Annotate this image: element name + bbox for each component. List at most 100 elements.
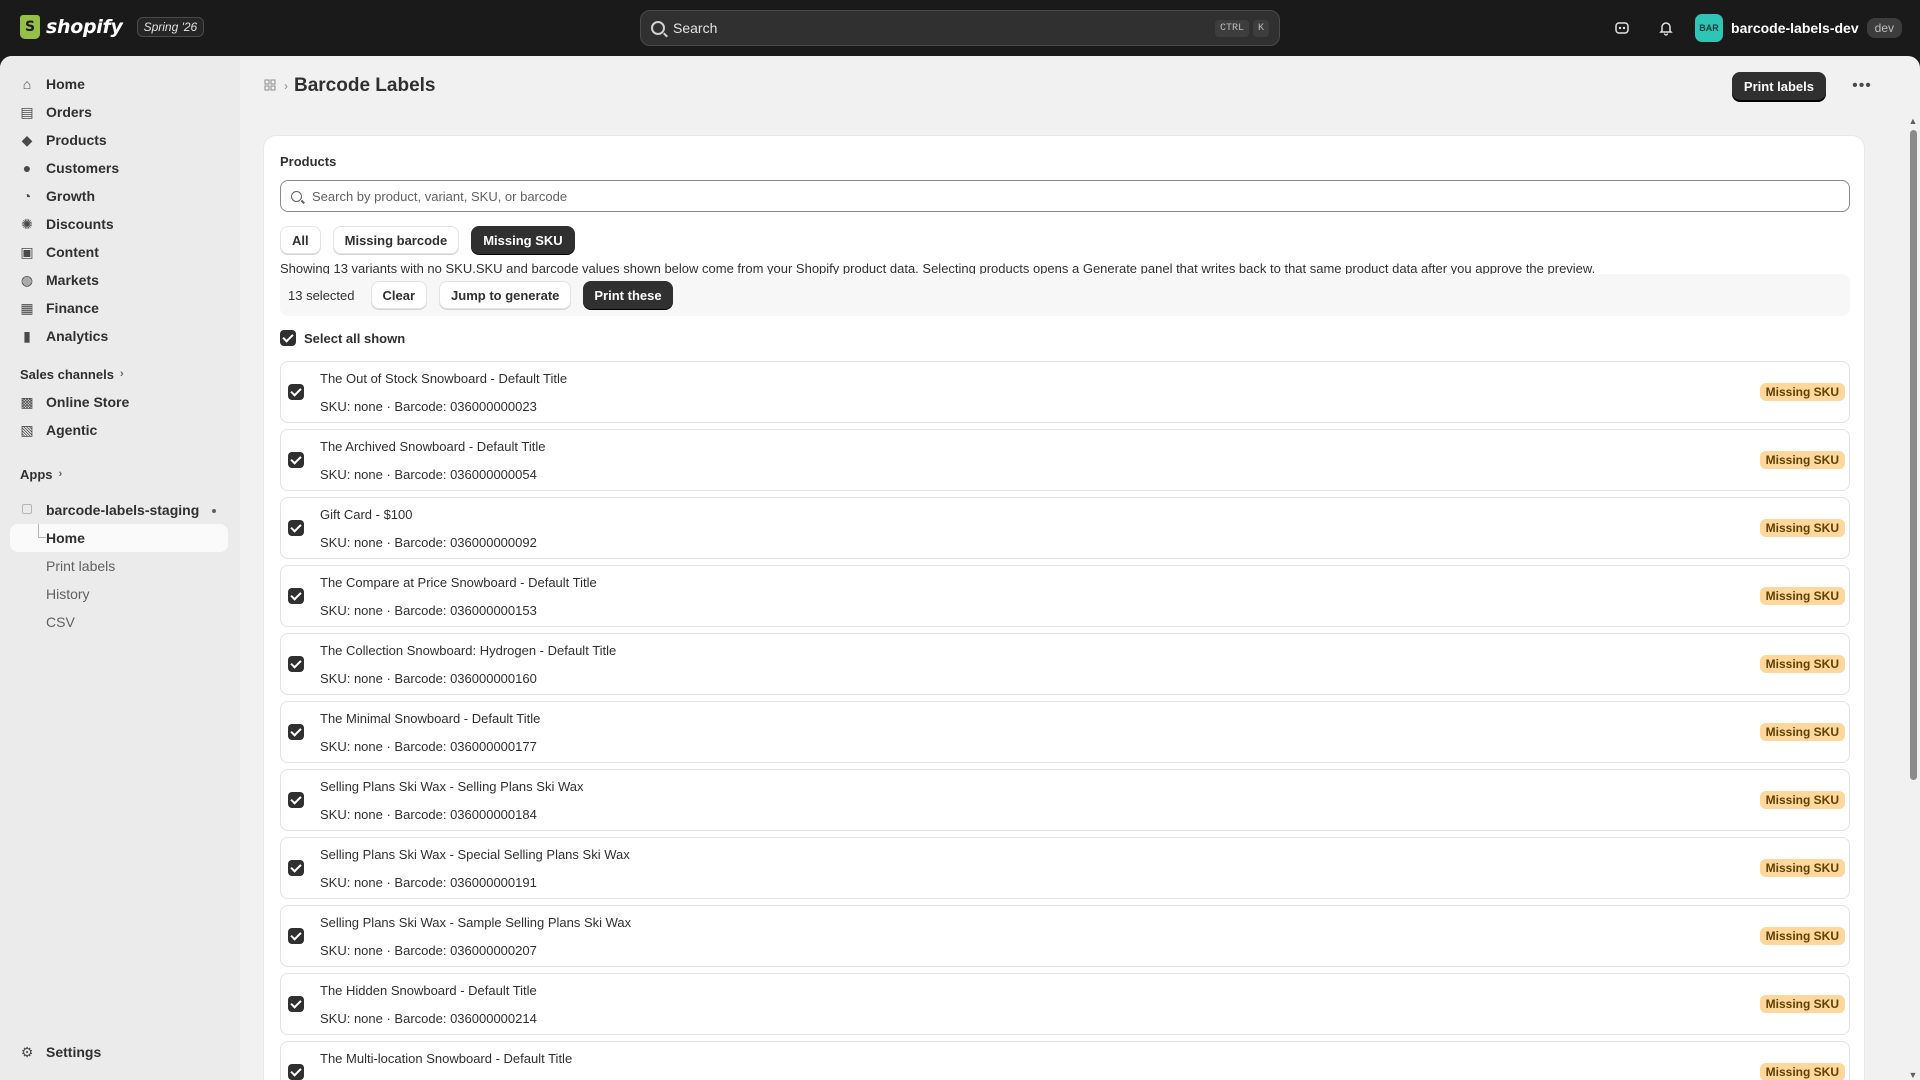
row-checkbox[interactable]: [288, 928, 304, 944]
orders-icon: ▤: [20, 104, 34, 120]
row-subtitle: SKU: none · Barcode: 036000000160: [320, 671, 537, 686]
row-checkbox[interactable]: [288, 860, 304, 876]
status-badge: Missing SKU: [1759, 655, 1845, 673]
app-icon: [22, 504, 32, 514]
sidebar-item-label: Customers: [46, 160, 120, 176]
main-content: › Barcode Labels Print labels ••• Produc…: [240, 56, 1920, 1080]
sales-channels-header[interactable]: Sales channels ›: [0, 360, 240, 388]
list-item[interactable]: Selling Plans Ski Wax - Selling Plans Sk…: [280, 769, 1850, 831]
status-badge: Missing SKU: [1759, 383, 1845, 401]
sidebar-subitem-history[interactable]: History: [0, 580, 240, 608]
sidebar-item-customers[interactable]: ● Customers: [0, 154, 240, 182]
sidebar-item-label: Content: [46, 244, 99, 260]
scroll-down-arrow-icon[interactable]: ▼: [1908, 1070, 1918, 1080]
sidebar-item-growth[interactable]: ◔ Growth: [0, 182, 240, 210]
row-checkbox[interactable]: [288, 724, 304, 740]
row-checkbox[interactable]: [288, 588, 304, 604]
sidebar-item-label: Analytics: [46, 328, 109, 344]
select-all-checkbox[interactable]: Select all shown: [280, 330, 405, 346]
sidebar-subitem-print-labels[interactable]: Print labels: [0, 552, 240, 580]
product-search-input[interactable]: [312, 188, 1849, 204]
app-menu-dot-icon[interactable]: [212, 509, 216, 513]
checkbox-checked-icon: [280, 330, 296, 346]
sidebar-item-home[interactable]: ⌂ Home: [0, 70, 240, 98]
avatar: BAR: [1695, 14, 1724, 42]
print-these-button[interactable]: Print these: [583, 281, 673, 309]
status-badge: Missing SKU: [1759, 995, 1845, 1013]
sidebar-item-products[interactable]: ◆ Products: [0, 126, 240, 154]
row-checkbox[interactable]: [288, 384, 304, 400]
status-badge: Missing SKU: [1759, 723, 1845, 741]
sidebar-item-label: Online Store: [46, 394, 130, 410]
sidebar-subitem-home[interactable]: Home: [10, 524, 228, 552]
discount-icon: ✺: [21, 216, 33, 232]
row-checkbox[interactable]: [288, 1064, 304, 1080]
list-item[interactable]: Gift Card - $100 SKU: none · Barcode: 036…: [280, 497, 1850, 559]
product-search[interactable]: [280, 180, 1850, 212]
sidebar-item-orders[interactable]: ▤ Orders: [0, 98, 240, 126]
list-item[interactable]: The Multi-location Snowboard - Default T…: [280, 1041, 1850, 1080]
list-item[interactable]: Selling Plans Ski Wax - Sample Selling P…: [280, 905, 1850, 967]
row-title: Selling Plans Ski Wax - Selling Plans Sk…: [320, 779, 584, 794]
sidebar-item-agentic[interactable]: ▧ Agentic: [0, 416, 240, 444]
filter-missing-sku[interactable]: Missing SKU: [471, 226, 575, 254]
jump-to-generate-button[interactable]: Jump to generate: [439, 281, 572, 309]
scrollbar[interactable]: ▲ ▼: [1906, 116, 1920, 1080]
status-badge: Missing SKU: [1759, 927, 1845, 945]
sidebar-item-online-store[interactable]: ▩ Online Store: [0, 388, 240, 416]
filter-all[interactable]: All: [280, 226, 321, 254]
bell-icon[interactable]: [1651, 13, 1681, 43]
brand-name: shopify: [46, 16, 123, 38]
content-icon: ▣: [20, 244, 34, 260]
row-subtitle: SKU: none · Barcode: 036000000184: [320, 807, 537, 822]
sidebar-item-markets[interactable]: ◍ Markets: [0, 266, 240, 294]
row-checkbox[interactable]: [288, 792, 304, 808]
filter-missing-barcode[interactable]: Missing barcode: [332, 226, 460, 254]
section-label: Sales channels: [20, 366, 114, 382]
sidekick-icon[interactable]: [1607, 13, 1637, 43]
chevron-right-icon: ›: [119, 368, 124, 380]
sidebar-app-barcode-labels[interactable]: barcode-labels-staging: [0, 496, 240, 524]
shopify-logo[interactable]: shopify Spring '26: [20, 15, 205, 39]
list-item[interactable]: The Minimal Snowboard - Default Title SKU…: [280, 701, 1850, 763]
global-search[interactable]: Search CTRL K: [640, 10, 1280, 46]
row-title: The Multi-location Snowboard - Default T…: [320, 1051, 573, 1066]
row-checkbox[interactable]: [288, 520, 304, 536]
apps-header[interactable]: Apps ›: [0, 460, 240, 488]
row-subtitle: SKU: none · Barcode: 036000000191: [320, 875, 537, 890]
tag-icon: ◆: [21, 132, 33, 148]
more-actions-icon[interactable]: •••: [1848, 72, 1876, 100]
filter-tabs: All Missing barcode Missing SKU: [280, 226, 575, 254]
row-checkbox[interactable]: [288, 452, 304, 468]
sidebar-item-settings[interactable]: ⚙ Settings: [0, 1038, 240, 1066]
scroll-thumb[interactable]: [1910, 130, 1917, 780]
variant-list: The Out of Stock Snowboard - Default Tit…: [280, 361, 1850, 1080]
globe-icon: ◍: [20, 272, 34, 288]
row-checkbox[interactable]: [288, 996, 304, 1012]
list-item[interactable]: The Collection Snowboard: Hydrogen - Def…: [280, 633, 1850, 695]
list-item[interactable]: The Out of Stock Snowboard - Default Tit…: [280, 361, 1850, 423]
shortcut-k: K: [1252, 19, 1269, 37]
list-item[interactable]: The Archived Snowboard - Default Title SK…: [280, 429, 1850, 491]
edition-badge: Spring '26: [136, 17, 205, 37]
row-checkbox[interactable]: [288, 656, 304, 672]
sidebar-item-label: Growth: [46, 188, 95, 204]
sidebar-item-label: Finance: [46, 300, 99, 316]
sidebar-item-label: Products: [46, 132, 107, 148]
sidebar-item-analytics[interactable]: ▮ Analytics: [0, 322, 240, 350]
app-breadcrumb-icon[interactable]: [264, 79, 278, 93]
scroll-up-arrow-icon[interactable]: ▲: [1908, 116, 1918, 126]
list-item[interactable]: The Compare at Price Snowboard - Default…: [280, 565, 1850, 627]
sidebar-item-label: Home: [46, 76, 85, 92]
sidebar-item-discounts[interactable]: ✺ Discounts: [0, 210, 240, 238]
list-item[interactable]: The Hidden Snowboard - Default Title SKU:…: [280, 973, 1850, 1035]
sidebar-item-content[interactable]: ▣ Content: [0, 238, 240, 266]
clear-button[interactable]: Clear: [370, 281, 428, 309]
sidebar-subitem-csv[interactable]: CSV: [0, 608, 240, 636]
sidebar-item-finance[interactable]: ▦ Finance: [0, 294, 240, 322]
store-switcher[interactable]: BAR barcode-labels-dev dev: [1695, 14, 1902, 42]
print-labels-button[interactable]: Print labels: [1731, 72, 1826, 101]
sidebar-item-label: Discounts: [46, 216, 114, 232]
row-subtitle: SKU: none · Barcode: 036000000092: [320, 535, 537, 550]
list-item[interactable]: Selling Plans Ski Wax - Special Selling …: [280, 837, 1850, 899]
